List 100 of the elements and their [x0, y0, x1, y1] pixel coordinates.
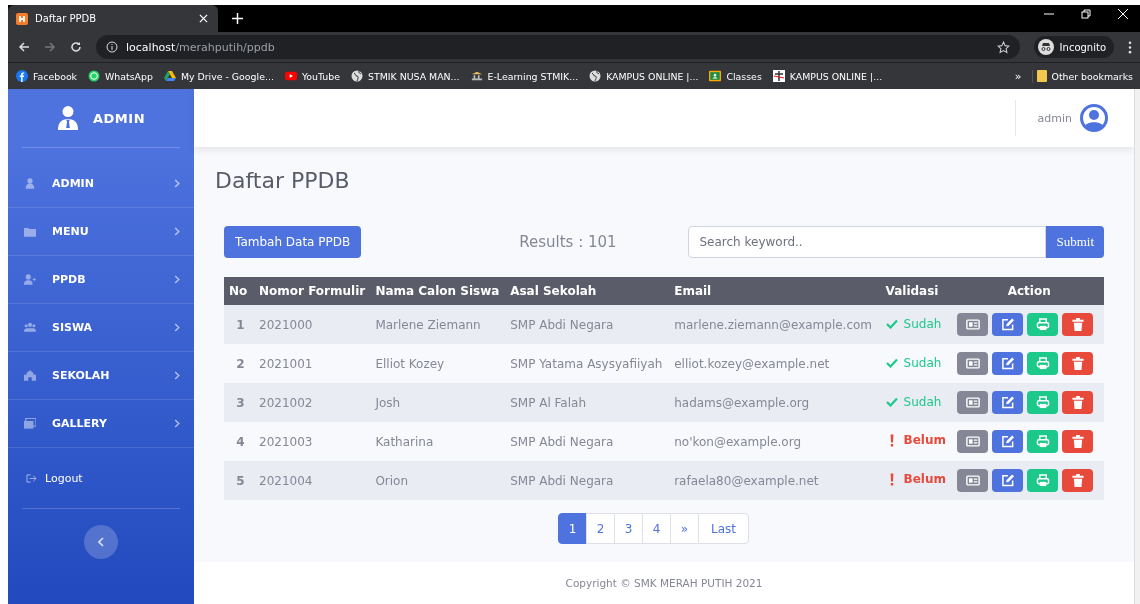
validation-status: Sudah: [885, 395, 942, 409]
edit-button[interactable]: [992, 469, 1024, 492]
validation-status: Sudah: [885, 356, 942, 370]
row-number: 2: [236, 356, 245, 371]
printer-icon: [1035, 435, 1050, 448]
edit-icon: [1000, 357, 1015, 370]
table-cell: hadams@example.org: [674, 395, 810, 410]
more-bookmarks-button[interactable]: »: [1004, 69, 1033, 83]
print-button[interactable]: [1027, 352, 1059, 375]
view-button[interactable]: [957, 391, 989, 414]
validation-status: Belum: [885, 433, 946, 448]
chevron-right-icon: [174, 227, 181, 236]
edit-icon: [1000, 435, 1015, 448]
close-icon[interactable]: [1118, 8, 1128, 19]
user-plus-icon: [24, 274, 36, 285]
page-link[interactable]: 3: [614, 513, 644, 544]
user-name[interactable]: admin: [1037, 111, 1073, 125]
add-data-button[interactable]: Tambah Data PPDB: [224, 226, 362, 258]
table-cell: 2021002: [259, 395, 313, 410]
table-cell: SMP Yatama Asysyafiiyah: [510, 356, 663, 371]
view-button[interactable]: [957, 430, 989, 453]
browser-tab[interactable]: Daftar PPDB: [8, 5, 218, 32]
forward-icon[interactable]: [44, 41, 56, 53]
back-icon[interactable]: [18, 41, 30, 53]
bookmark[interactable]: KAMPUS ONLINE |...: [585, 70, 706, 82]
page-link[interactable]: 4: [642, 513, 672, 544]
print-button[interactable]: [1027, 469, 1059, 492]
reload-icon[interactable]: [70, 41, 82, 53]
delete-button[interactable]: [1062, 430, 1094, 453]
row-number: 3: [236, 395, 245, 410]
bookmark[interactable]: Facebook: [12, 70, 85, 82]
edit-button[interactable]: [992, 352, 1024, 375]
validation-status: Sudah: [885, 317, 942, 331]
drive-icon: [163, 70, 176, 82]
table-cell: no'kon@example.org: [674, 434, 802, 449]
tab-title: Daftar PPDB: [35, 13, 98, 24]
brand-title: ADMIN: [93, 110, 145, 126]
table-cell: 2021003: [259, 434, 313, 449]
print-button[interactable]: [1027, 313, 1059, 336]
view-button[interactable]: [957, 313, 989, 336]
bookmark[interactable]: My Drive - Google...: [159, 70, 281, 82]
restore-icon[interactable]: [1081, 8, 1091, 19]
chevron-right-icon: [174, 179, 181, 188]
edit-icon: [1000, 318, 1015, 331]
id-card-icon: [965, 474, 980, 487]
close-icon[interactable]: [199, 14, 208, 23]
page-link[interactable]: 2: [586, 513, 616, 544]
id-card-icon: [965, 396, 980, 409]
globe-icon: [589, 70, 602, 82]
table-cell: SMP Abdi Negara: [510, 434, 614, 449]
search-field[interactable]: Search keyword..: [688, 226, 1047, 258]
delete-button[interactable]: [1062, 469, 1094, 492]
chevron-right-icon: [174, 323, 181, 332]
id-card-icon: [965, 357, 980, 370]
star-icon[interactable]: [996, 40, 1010, 54]
page-link[interactable]: 1: [558, 513, 588, 544]
profile-button[interactable]: Incognito: [1033, 36, 1114, 58]
new-tab-icon[interactable]: [232, 13, 243, 24]
page-link[interactable]: Last: [698, 513, 750, 544]
table-cell: SMP Abdi Negara: [510, 473, 614, 488]
row-number: 5: [236, 473, 245, 488]
bookmark[interactable]: STMIK NUSA MAN...: [347, 70, 467, 82]
trash-icon: [1070, 318, 1085, 331]
facebook-icon: [16, 70, 28, 82]
info-icon: [106, 41, 118, 53]
delete-button[interactable]: [1062, 352, 1094, 375]
bookmark[interactable]: YouTube: [280, 70, 347, 82]
submit-button[interactable]: Submit: [1046, 226, 1105, 258]
sidebar-toggle-button[interactable]: [84, 525, 118, 559]
bookmark[interactable]: E-Learning STMIK...: [466, 70, 586, 82]
building-icon: [470, 70, 483, 82]
id-card-icon: [965, 318, 980, 331]
edit-button[interactable]: [992, 313, 1024, 336]
bookmark[interactable]: Classes: [705, 70, 769, 82]
bookmark[interactable]: WhatsApp: [84, 70, 160, 82]
delete-button[interactable]: [1062, 391, 1094, 414]
edit-button[interactable]: [992, 430, 1024, 453]
row-number: 4: [236, 434, 245, 449]
address-field[interactable]: localhost/merahputih/ppdb: [96, 35, 1020, 59]
page-link[interactable]: »: [670, 513, 700, 544]
id-card-icon: [965, 435, 980, 448]
avatar-icon[interactable]: [1080, 104, 1109, 132]
chevron-right-icon: [174, 371, 181, 380]
trash-icon: [1070, 474, 1085, 487]
page-title: Daftar PPDB: [215, 168, 351, 193]
edit-button[interactable]: [992, 391, 1024, 414]
table-cell: marlene.ziemann@example.com: [674, 317, 873, 332]
bookmark[interactable]: KAMPUS ONLINE |...: [768, 70, 890, 82]
menu-icon[interactable]: [1128, 40, 1132, 54]
folder-icon: [1036, 70, 1047, 82]
delete-button[interactable]: [1062, 313, 1094, 336]
view-button[interactable]: [957, 469, 989, 492]
print-button[interactable]: [1027, 391, 1059, 414]
logout-link[interactable]: Logout: [8, 448, 195, 508]
view-button[interactable]: [957, 352, 989, 375]
column-header: No: [229, 284, 248, 298]
column-header: Action: [1007, 284, 1051, 298]
trash-icon: [1070, 435, 1085, 448]
bookmark-folder[interactable]: Other bookmarks: [1032, 70, 1140, 82]
print-button[interactable]: [1027, 430, 1059, 453]
